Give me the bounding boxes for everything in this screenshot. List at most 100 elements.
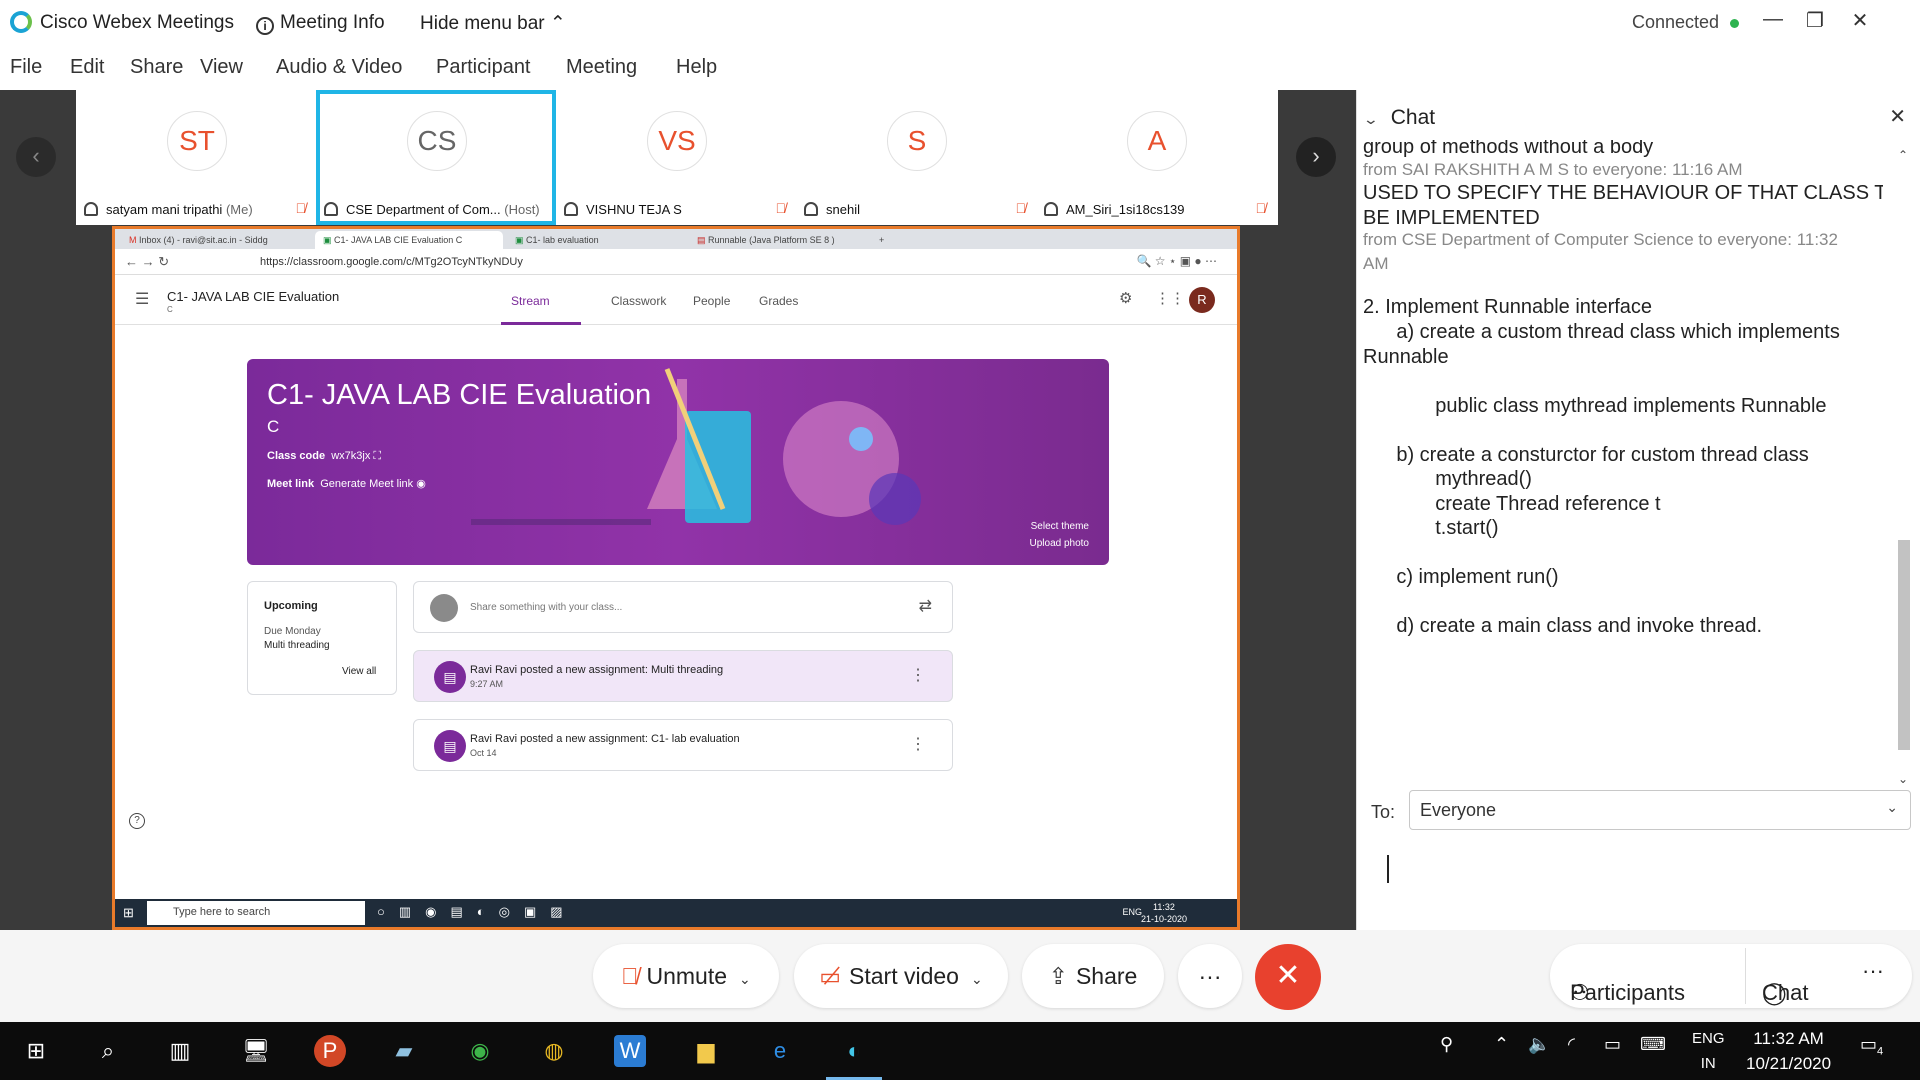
- participant-tile[interactable]: VS VISHNU TEJA S 🎙̸: [556, 90, 796, 225]
- file-explorer-icon[interactable]: ▆: [690, 1035, 722, 1067]
- scroll-up-icon[interactable]: ⌃: [1898, 148, 1908, 162]
- browser-extension-icons[interactable]: 🔍 ☆ ⋆ ▣ ● ⋯: [1137, 254, 1217, 268]
- tab-stream[interactable]: Stream: [511, 294, 550, 308]
- chrome-icon[interactable]: ◍: [538, 1035, 570, 1067]
- more-options-icon[interactable]: ⋮: [910, 734, 926, 754]
- menu-audio-video[interactable]: Audio & Video: [276, 56, 402, 79]
- webex-taskbar-icon[interactable]: ◐: [838, 1035, 870, 1067]
- expand-icon[interactable]: ⛶: [373, 450, 381, 462]
- browser-tab[interactable]: M Inbox (4) - ravi@sit.ac.in - Siddg: [121, 231, 313, 249]
- clock[interactable]: 11:32 AM 10/21/2020: [1746, 1026, 1831, 1076]
- edge-icon[interactable]: e: [764, 1035, 796, 1067]
- task-view-icon[interactable]: ▥: [164, 1035, 196, 1067]
- more-options-icon[interactable]: ⋮: [910, 665, 926, 685]
- restore-button[interactable]: ❐: [1800, 8, 1830, 33]
- meeting-info-label: Meeting Info: [280, 12, 385, 33]
- more-options-button[interactable]: ···: [1178, 944, 1242, 1008]
- hide-menu-bar-button[interactable]: Hide menu bar ⌃: [420, 12, 566, 35]
- start-video-button[interactable]: ▭̸ Start video ⌄: [794, 944, 1008, 1008]
- menu-share[interactable]: Share: [130, 56, 183, 79]
- tray-chevron-icon[interactable]: ⌃: [1494, 1034, 1509, 1055]
- participant-name: satyam mani tripathi: [106, 202, 223, 217]
- computer-icon[interactable]: 🖥: [240, 1035, 272, 1067]
- menu-help[interactable]: Help: [676, 56, 717, 79]
- chat-scrollbar[interactable]: ⌃ ⌄: [1898, 148, 1910, 786]
- browser-tab[interactable]: ▣ C1- lab evaluation: [507, 231, 687, 249]
- inner-search-box[interactable]: Type here to search: [147, 901, 365, 925]
- chat-line: t.start(): [1363, 517, 1499, 539]
- scroll-down-icon[interactable]: ⌄: [1898, 772, 1908, 786]
- browser-tab[interactable]: ▤ Runnable (Java Platform SE 8 ): [689, 231, 869, 249]
- close-window-button[interactable]: ✕: [1845, 8, 1875, 33]
- share-box[interactable]: Share something with your class... ⇄: [413, 581, 953, 633]
- inner-lang: ENG: [1122, 907, 1142, 917]
- browser-tab-active[interactable]: ▣ C1- JAVA LAB CIE Evaluation C: [315, 231, 503, 249]
- video-icon: ◉: [416, 478, 426, 490]
- chat-line: c) implement run(): [1363, 566, 1559, 588]
- upcoming-item[interactable]: Multi threading: [264, 640, 330, 651]
- stream-post[interactable]: ▤ Ravi Ravi posted a new assignment: Mul…: [413, 650, 953, 702]
- hamburger-icon[interactable]: ☰: [135, 289, 149, 309]
- windows-start-icon[interactable]: ⊞: [20, 1035, 52, 1067]
- end-call-button[interactable]: ✕: [1255, 944, 1321, 1010]
- inner-taskbar-icons[interactable]: ○▥◉▤◐◎▣▨: [377, 904, 577, 920]
- share-button[interactable]: ⇪ Share: [1022, 944, 1164, 1008]
- chat-input-cursor[interactable]: [1387, 855, 1389, 883]
- unmute-button[interactable]: 🎙̸ Unmute ⌄: [593, 944, 779, 1008]
- tab-grades[interactable]: Grades: [759, 294, 798, 308]
- notepad-icon[interactable]: ▰: [388, 1035, 420, 1067]
- participant-tile[interactable]: ST satyam mani tripathi (Me) 🎙̸: [76, 90, 316, 225]
- menu-view[interactable]: View: [200, 56, 243, 79]
- chevron-down-icon[interactable]: ⌄: [971, 971, 983, 987]
- maps-app-icon[interactable]: ◉: [464, 1035, 496, 1067]
- menu-meeting[interactable]: Meeting: [566, 56, 637, 79]
- repost-icon[interactable]: ⇄: [919, 596, 932, 616]
- scroll-thumb[interactable]: [1898, 540, 1910, 750]
- close-chat-icon[interactable]: ✕: [1889, 104, 1906, 129]
- select-theme-link[interactable]: Select theme: [1030, 518, 1089, 535]
- more-panels-button[interactable]: ···: [1862, 958, 1884, 984]
- scroll-right-button[interactable]: ›: [1296, 137, 1336, 177]
- tab-classwork[interactable]: Classwork: [611, 294, 666, 308]
- connected-dot-icon: [1730, 19, 1739, 28]
- settings-gear-icon[interactable]: ⚙: [1119, 289, 1132, 307]
- apps-grid-icon[interactable]: ⋮⋮: [1155, 289, 1185, 307]
- generate-meet-link[interactable]: Generate Meet link: [320, 478, 413, 490]
- chevron-down-icon[interactable]: ⌄: [739, 971, 751, 987]
- participant-tile-host[interactable]: CS CSE Department of Com... (Host): [316, 90, 556, 225]
- new-tab-button[interactable]: +: [871, 231, 892, 249]
- upload-photo-link[interactable]: Upload photo: [1030, 535, 1090, 552]
- url-field[interactable]: https://classroom.google.com/c/MTg2OTcyN…: [260, 256, 523, 268]
- view-all-link[interactable]: View all: [342, 666, 376, 677]
- tab-people[interactable]: People: [693, 294, 730, 308]
- language-indicator[interactable]: ENG IN: [1692, 1026, 1725, 1076]
- help-icon[interactable]: ?: [129, 813, 145, 829]
- inner-windows-icon[interactable]: ⊞: [123, 905, 134, 921]
- chat-header[interactable]: ⌄ Chat: [1363, 106, 1435, 130]
- writer-app-icon[interactable]: W: [614, 1035, 646, 1067]
- stream-post[interactable]: ▤ Ravi Ravi posted a new assignment: C1-…: [413, 719, 953, 771]
- meeting-info-button[interactable]: i Meeting Info: [256, 12, 385, 35]
- browser-nav-icons[interactable]: ← → ↻: [125, 254, 169, 270]
- meet-link-label: Meet link: [267, 478, 315, 490]
- people-icon[interactable]: ⚲: [1440, 1034, 1453, 1055]
- participant-tile[interactable]: S snehil 🎙̸: [796, 90, 1036, 225]
- menu-file[interactable]: File: [10, 56, 42, 79]
- volume-icon[interactable]: 🔈: [1528, 1034, 1550, 1055]
- inner-clock: 11:32 21-10-2020: [1141, 901, 1187, 925]
- battery-icon[interactable]: ▭: [1604, 1034, 1621, 1055]
- notification-icon[interactable]: ▭4: [1860, 1034, 1883, 1058]
- recipient-select[interactable]: Everyone ⌄: [1409, 790, 1911, 830]
- meet-link-row: Meet link Generate Meet link ◉: [267, 477, 426, 490]
- menu-edit[interactable]: Edit: [70, 56, 104, 79]
- keyboard-icon[interactable]: ⌨: [1640, 1034, 1666, 1055]
- wifi-icon[interactable]: ◜: [1568, 1034, 1575, 1055]
- account-avatar[interactable]: R: [1189, 287, 1215, 313]
- post-time: Oct 14: [470, 748, 497, 758]
- search-icon[interactable]: ⌕: [92, 1035, 124, 1067]
- scroll-left-button[interactable]: ‹: [16, 137, 56, 177]
- participant-tile[interactable]: A AM_Siri_1si18cs139 🎙̸: [1036, 90, 1276, 225]
- menu-participant[interactable]: Participant: [436, 56, 531, 79]
- minimize-button[interactable]: —: [1758, 8, 1788, 31]
- pdf-app-icon[interactable]: P: [314, 1035, 346, 1067]
